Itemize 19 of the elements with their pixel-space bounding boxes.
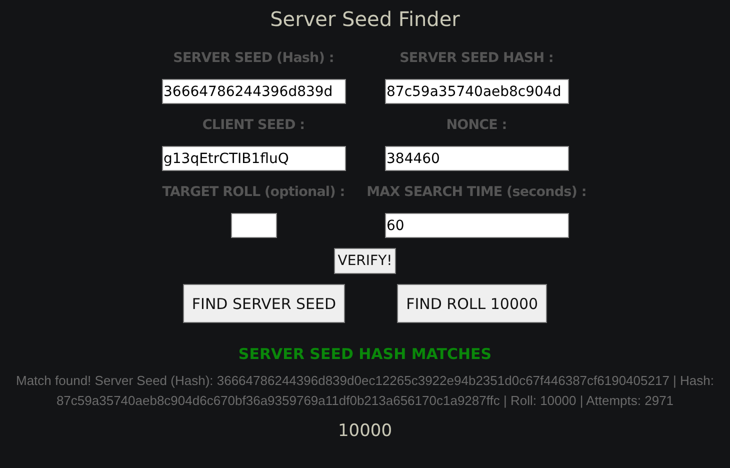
input-field[interactable]: 36664786244396d839d — [162, 79, 346, 104]
action-button[interactable]: FIND SERVER SEED — [182, 284, 346, 323]
input-field[interactable]: g13qEtrCTIB1fluQ — [162, 146, 346, 171]
input-field[interactable] — [230, 213, 276, 238]
field-label: CLIENT SEED : — [202, 117, 305, 135]
field-label: NONCE : — [446, 117, 507, 135]
page-title: Server Seed Finder — [270, 7, 460, 33]
field-label: SERVER SEED (Hash) : — [173, 50, 334, 68]
action-button[interactable]: FIND ROLL 10000 — [397, 284, 548, 323]
field-label: MAX SEARCH TIME (seconds) : — [366, 184, 586, 202]
input-field[interactable]: 60 — [384, 213, 568, 238]
result-value: 10000 — [338, 421, 392, 441]
input-field[interactable]: 87c59a35740aeb8c904d — [384, 79, 568, 104]
match-details: Match found! Server Seed (Hash): 36664786244396d839d0ec12265c3922e94b2351d0c67f446387cf6190405217 | Hash: 87c59a35740aeb8c904d6c670bf36a9359769a11df0b213a656170c1a9287ffc | Roll: 10000 | Attempts: 2971 — [15, 372, 715, 410]
field-label: TARGET ROLL (optional) : — [162, 184, 345, 202]
verify-button[interactable]: VERIFY! — [334, 248, 396, 274]
status-message: SERVER SEED HASH MATCHES — [238, 345, 492, 363]
field-label: SERVER SEED HASH : — [400, 50, 554, 68]
input-field[interactable]: 384460 — [384, 146, 568, 171]
